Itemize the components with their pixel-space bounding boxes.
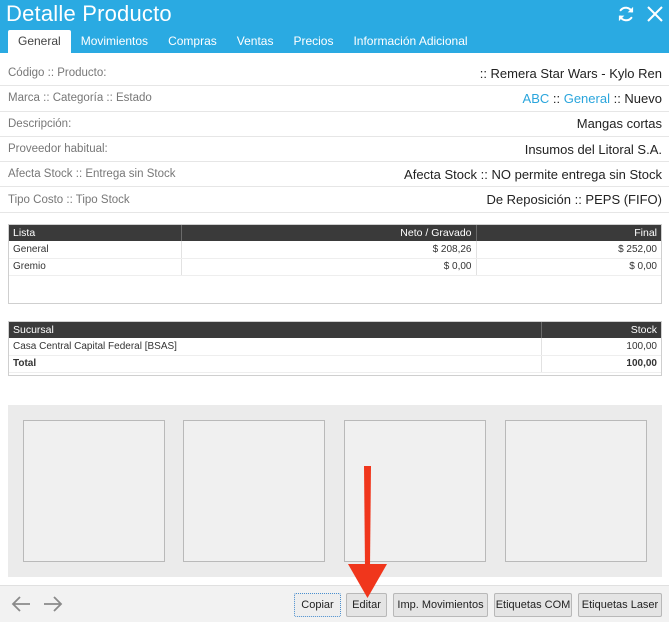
editar-button[interactable]: Editar: [346, 593, 387, 617]
estado-value: Nuevo: [624, 90, 662, 106]
image-slot-4[interactable]: [505, 420, 647, 562]
detail-row-costo: Tipo Costo :: Tipo Stock De Reposición :…: [0, 187, 669, 213]
table-header-row: Lista Neto / Gravado Final: [9, 225, 661, 241]
image-slot-2[interactable]: [183, 420, 325, 562]
footer-toolbar: Copiar Editar Imp. Movimientos Etiquetas…: [0, 585, 669, 622]
table-row[interactable]: General $ 208,26 $ 252,00: [9, 241, 661, 259]
tab-ventas[interactable]: Ventas: [227, 30, 284, 53]
total-value: 100,00: [541, 355, 661, 373]
stock-value: Afecta Stock :: NO permite entrega sin S…: [404, 166, 662, 182]
proveedor-label: Proveedor habitual:: [8, 143, 108, 156]
column-header-final[interactable]: Final: [476, 225, 661, 241]
image-slot-3[interactable]: [344, 420, 486, 562]
column-header-neto[interactable]: Neto / Gravado: [181, 225, 477, 241]
marca-value: ABC :: General :: Nuevo: [523, 91, 662, 106]
tab-movimientos[interactable]: Movimientos: [71, 30, 158, 53]
descripcion-value: Mangas cortas: [576, 116, 662, 132]
arrow-right-icon[interactable]: [42, 593, 64, 615]
table-row[interactable]: Gremio $ 0,00 $ 0,00: [9, 258, 661, 276]
column-header-stock[interactable]: Stock: [541, 322, 661, 338]
cell-lista: General: [9, 241, 182, 259]
stock-table: Sucursal Stock Casa Central Capital Fede…: [8, 321, 662, 376]
price-list-table: Lista Neto / Gravado Final General $ 208…: [8, 224, 662, 304]
detail-row-marca: Marca :: Categoría :: Estado ABC :: Gene…: [0, 86, 669, 112]
marca-link[interactable]: ABC: [523, 91, 550, 106]
detail-row-stock: Afecta Stock :: Entrega sin Stock Afecta…: [0, 162, 669, 188]
tab-bar: General Movimientos Compras Ventas Preci…: [8, 30, 478, 53]
column-header-sucursal[interactable]: Sucursal: [9, 322, 542, 338]
tab-compras[interactable]: Compras: [158, 30, 227, 53]
proveedor-link[interactable]: Insumos del Litoral S.A.: [525, 142, 662, 157]
close-icon[interactable]: [643, 2, 667, 26]
categoria-link[interactable]: General: [564, 91, 610, 106]
tab-general[interactable]: General: [8, 30, 71, 53]
window-header: Detalle Producto General Movimientos Com…: [0, 0, 669, 53]
imp-movimientos-button[interactable]: Imp. Movimientos: [393, 593, 488, 617]
detail-row-codigo: Código :: Producto: :: Remera Star Wars …: [0, 61, 669, 87]
cell-neto: $ 208,26: [181, 241, 477, 259]
window-title: Detalle Producto: [6, 1, 172, 26]
cell-sucursal: Casa Central Capital Federal [BSAS]: [9, 338, 542, 356]
marca-separator-1: ::: [549, 90, 564, 106]
product-details: Código :: Producto: :: Remera Star Wars …: [0, 61, 669, 213]
etiquetas-com-button[interactable]: Etiquetas COM: [494, 593, 572, 617]
cell-stock: 100,00: [541, 338, 661, 356]
table-row[interactable]: Casa Central Capital Federal [BSAS] 100,…: [9, 338, 661, 356]
refresh-icon[interactable]: [614, 2, 638, 26]
detail-row-proveedor: Proveedor habitual: Insumos del Litoral …: [0, 137, 669, 163]
marca-separator-2: ::: [609, 90, 625, 106]
cell-final: $ 0,00: [476, 258, 661, 276]
image-slot-1[interactable]: [23, 420, 165, 562]
copiar-button[interactable]: Copiar: [294, 593, 341, 617]
table-total-row: Total 100,00: [9, 355, 661, 373]
total-label: Total: [9, 355, 542, 373]
costo-value: De Reposición :: PEPS (FIFO): [486, 192, 662, 208]
table-header-row: Sucursal Stock: [9, 322, 661, 338]
column-header-lista[interactable]: Lista: [9, 225, 182, 241]
cell-neto: $ 0,00: [181, 258, 477, 276]
etiquetas-laser-button[interactable]: Etiquetas Laser: [578, 593, 662, 617]
codigo-value: :: Remera Star Wars - Kylo Ren: [479, 65, 662, 81]
image-gallery: [8, 405, 662, 577]
tab-precios[interactable]: Precios: [283, 30, 343, 53]
stock-label: Afecta Stock :: Entrega sin Stock: [8, 168, 176, 181]
cell-final: $ 252,00: [476, 241, 661, 259]
cell-lista: Gremio: [9, 258, 182, 276]
costo-label: Tipo Costo :: Tipo Stock: [8, 193, 130, 206]
codigo-label: Código :: Producto:: [8, 67, 107, 80]
tab-informacion-adicional[interactable]: Información Adicional: [343, 30, 477, 53]
marca-label: Marca :: Categoría :: Estado: [8, 92, 152, 105]
arrow-left-icon[interactable]: [10, 593, 32, 615]
descripcion-label: Descripción:: [8, 117, 72, 130]
detail-row-descripcion: Descripción: Mangas cortas: [0, 112, 669, 137]
